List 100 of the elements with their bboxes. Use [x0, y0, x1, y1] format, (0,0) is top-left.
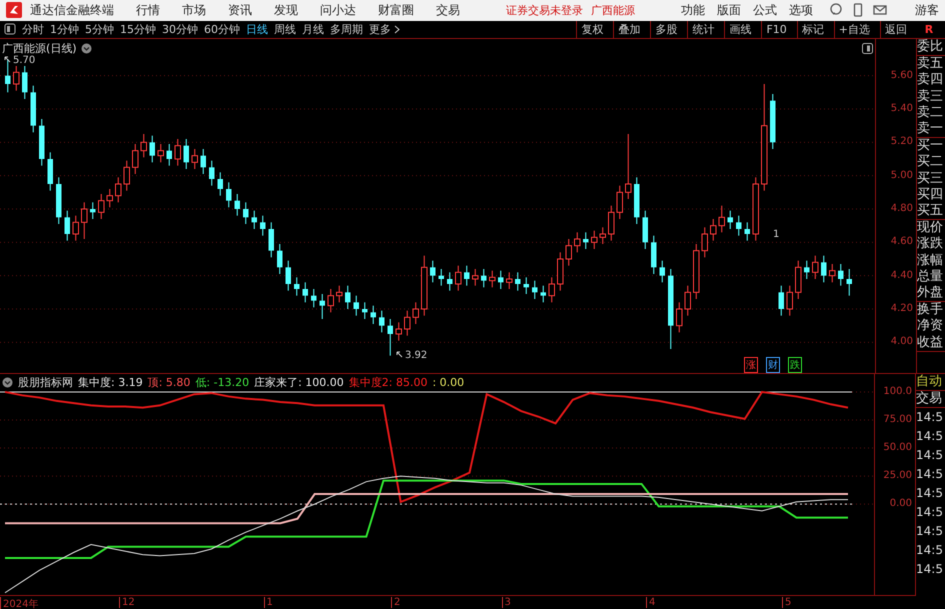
- dropdown-icon[interactable]: [80, 42, 92, 54]
- period-tab[interactable]: 1分钟: [50, 22, 79, 37]
- candlestick: [370, 305, 376, 324]
- dropdown-icon[interactable]: [2, 376, 13, 388]
- quote-label: 买四: [917, 186, 944, 203]
- indicator-value: : 0.00: [432, 376, 464, 388]
- candlestick: [821, 255, 826, 283]
- menu-item[interactable]: 版面: [717, 2, 741, 19]
- candlestick: [174, 138, 181, 166]
- price-axis-label: 5.00: [890, 170, 913, 182]
- mail-icon[interactable]: [873, 3, 887, 18]
- candlestick: [515, 272, 520, 292]
- period-tab[interactable]: 5分钟: [85, 22, 114, 37]
- candlestick: [106, 188, 113, 208]
- panel-toggle-icon[interactable]: [4, 23, 16, 36]
- trade-time: 14:5: [916, 428, 944, 446]
- menu-item[interactable]: 行情: [136, 2, 160, 19]
- candlestick: [404, 310, 410, 336]
- candlestick: [583, 232, 588, 250]
- date-axis-label: 2024年: [0, 597, 38, 609]
- candlestick: [260, 215, 266, 236]
- quote-label: 买五: [917, 202, 944, 220]
- candlestick: [72, 215, 79, 242]
- user-label[interactable]: 游客: [915, 2, 939, 19]
- event-marker[interactable]: 涨: [744, 356, 758, 373]
- price-axis-label: 5.60: [890, 70, 913, 82]
- candlestick: [354, 295, 359, 316]
- period-tab[interactable]: 更多: [369, 22, 400, 37]
- candlestick: [574, 232, 580, 253]
- candlestick: [388, 318, 393, 356]
- candlestick: [676, 302, 682, 333]
- indicator-name: 股朋指标网: [18, 374, 73, 390]
- period-tab[interactable]: 多周期: [330, 22, 363, 37]
- candlestick: [430, 260, 436, 283]
- period-tab[interactable]: 日线: [246, 22, 268, 37]
- chart-title: 广西能源(日线): [2, 40, 77, 56]
- candlestick: [786, 285, 793, 316]
- indicator-value: 低: -13.20: [195, 374, 250, 390]
- candlestick: [608, 205, 614, 242]
- candlestick: [286, 260, 291, 292]
- candlestick: [5, 58, 10, 93]
- indicator-value: 集中度2: 85.00: [348, 374, 428, 390]
- quote-label: 买二: [917, 154, 944, 171]
- candlestick: [846, 268, 852, 296]
- quote-label: 涨幅: [917, 252, 944, 269]
- menu-item[interactable]: 发现: [274, 2, 298, 19]
- menu-item[interactable]: 问小达: [320, 2, 356, 19]
- settings-toggle-icon[interactable]: [862, 42, 873, 54]
- period-tab[interactable]: 30分钟: [162, 22, 198, 37]
- chat-icon[interactable]: [829, 3, 843, 18]
- candlestick: [396, 322, 402, 342]
- menu-item[interactable]: 资讯: [228, 2, 252, 19]
- candlestick: [464, 265, 470, 286]
- quote-label: 委比: [917, 38, 944, 56]
- login-notice[interactable]: 证券交易未登录: [506, 2, 583, 18]
- candlestick: [302, 282, 308, 303]
- candlestick: [98, 193, 104, 220]
- candlestick: [710, 218, 716, 242]
- candlestick: [472, 268, 478, 286]
- candlestick: [379, 310, 384, 333]
- candlestick: [591, 230, 598, 250]
- period-tab[interactable]: 月线: [302, 22, 324, 37]
- menu-item[interactable]: 市场: [182, 2, 206, 19]
- phone-icon[interactable]: [851, 3, 865, 18]
- candlestick: [13, 65, 20, 92]
- menu-item[interactable]: 交易: [436, 2, 460, 19]
- quote-label: 净资: [917, 318, 944, 335]
- quote-label: 卖一: [917, 120, 944, 138]
- candlestick: [140, 133, 147, 158]
- menu-item[interactable]: 公式: [753, 2, 777, 19]
- candlestick: [166, 143, 172, 166]
- candlestick: [252, 210, 257, 230]
- candlestick: [838, 263, 844, 286]
- event-marker[interactable]: 跌: [788, 356, 802, 373]
- period-tab[interactable]: 分时: [22, 22, 44, 37]
- candlestick: [778, 285, 784, 316]
- period-tab[interactable]: 60分钟: [204, 22, 240, 37]
- candlestick: [294, 276, 300, 296]
- period-tab[interactable]: 15分钟: [120, 22, 156, 37]
- chevron-right-icon: [394, 24, 400, 34]
- quote-label: 卖四: [917, 72, 944, 89]
- candlestick: [209, 160, 214, 186]
- menu-item[interactable]: 功能: [681, 2, 705, 19]
- menu-item[interactable]: 财富圈: [378, 2, 414, 19]
- date-axis-label: 5: [782, 597, 792, 608]
- pointer-arrow-icon: [4, 56, 11, 63]
- candlestick: [438, 268, 444, 286]
- candlestick: [218, 172, 223, 196]
- app-logo-icon: [6, 2, 22, 18]
- period-tab[interactable]: 周线: [274, 22, 296, 37]
- price-axis-label: 4.60: [890, 236, 913, 248]
- trade-time: 14:5: [916, 447, 944, 464]
- menu-item[interactable]: 选项: [789, 2, 813, 19]
- candlestick: [736, 215, 742, 236]
- stock-link[interactable]: 广西能源: [591, 2, 635, 18]
- candlestick: [184, 138, 189, 170]
- date-axis-label: 2: [391, 597, 400, 608]
- auto-label[interactable]: 自动: [916, 374, 945, 392]
- event-marker[interactable]: 财: [766, 356, 780, 373]
- candlestick: [660, 260, 665, 283]
